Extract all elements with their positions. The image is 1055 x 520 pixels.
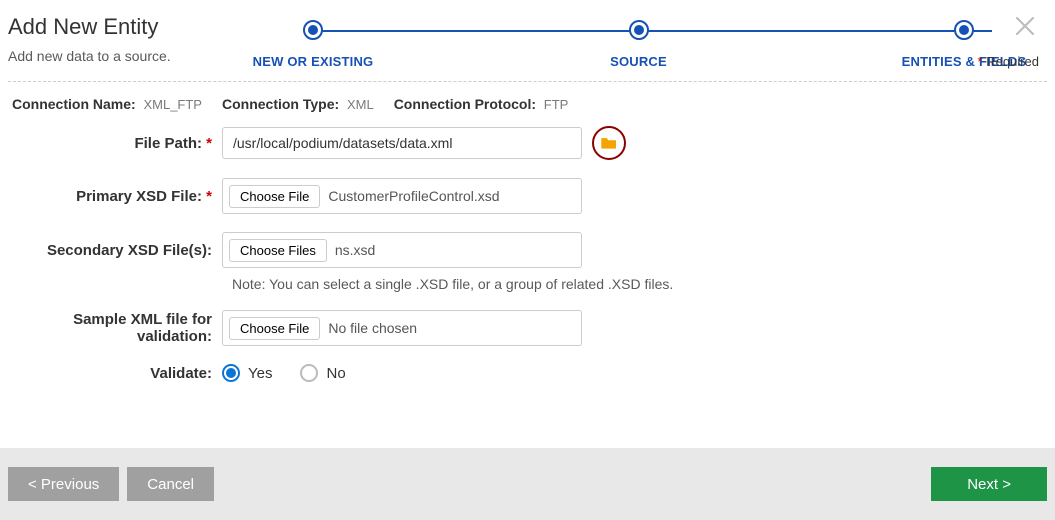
file-path-input[interactable] bbox=[222, 127, 582, 159]
sample-xml-choose-button[interactable]: Choose File bbox=[229, 317, 320, 340]
secondary-xsd-label: Secondary XSD File(s): bbox=[12, 242, 222, 259]
radio-off-icon bbox=[300, 364, 318, 382]
sample-xml-label: Sample XML file for validation: bbox=[12, 311, 222, 345]
sample-xml-filename: No file chosen bbox=[328, 320, 417, 336]
page-subtitle: Add new data to a source. bbox=[8, 48, 238, 64]
next-button[interactable]: Next > bbox=[931, 467, 1047, 501]
connection-protocol-value: FTP bbox=[544, 97, 569, 112]
connection-type-label: Connection Type: bbox=[222, 96, 339, 112]
required-indicator: * Required bbox=[978, 54, 1039, 69]
validate-label: Validate: bbox=[12, 365, 222, 382]
connection-name-label: Connection Name: bbox=[12, 96, 136, 112]
validate-yes-radio[interactable]: Yes bbox=[222, 364, 272, 382]
divider bbox=[8, 81, 1047, 82]
connection-summary: Connection Name: XML_FTP Connection Type… bbox=[0, 96, 1055, 126]
stepper: NEW OR EXISTING SOURCE ENTITIES & FIELDS bbox=[238, 14, 1039, 69]
secondary-xsd-choose-button[interactable]: Choose Files bbox=[229, 239, 327, 262]
secondary-xsd-field[interactable]: Choose Files ns.xsd bbox=[222, 232, 582, 268]
step-new-or-existing[interactable]: NEW OR EXISTING bbox=[238, 20, 388, 69]
radio-on-icon bbox=[222, 364, 240, 382]
sample-xml-field[interactable]: Choose File No file chosen bbox=[222, 310, 582, 346]
wizard-header: Add New Entity Add new data to a source.… bbox=[0, 0, 1055, 81]
primary-xsd-field[interactable]: Choose File CustomerProfileControl.xsd bbox=[222, 178, 582, 214]
step-source[interactable]: SOURCE bbox=[564, 20, 714, 69]
browse-folder-button[interactable] bbox=[592, 126, 626, 160]
primary-xsd-filename: CustomerProfileControl.xsd bbox=[328, 188, 499, 204]
page-title: Add New Entity bbox=[8, 14, 238, 40]
primary-xsd-label: Primary XSD File: * bbox=[12, 188, 222, 205]
close-icon[interactable] bbox=[1011, 12, 1039, 40]
folder-icon bbox=[600, 136, 618, 150]
entity-form: File Path: * Primary XSD File: * Choose … bbox=[0, 126, 1055, 382]
primary-xsd-choose-button[interactable]: Choose File bbox=[229, 185, 320, 208]
connection-protocol-label: Connection Protocol: bbox=[394, 96, 536, 112]
validate-no-radio[interactable]: No bbox=[300, 364, 345, 382]
connection-name-value: XML_FTP bbox=[143, 97, 202, 112]
file-path-label: File Path: * bbox=[12, 135, 222, 152]
secondary-xsd-note: Note: You can select a single .XSD file,… bbox=[232, 276, 1043, 292]
connection-type-value: XML bbox=[347, 97, 374, 112]
wizard-footer: < Previous Cancel Next > bbox=[0, 448, 1055, 520]
cancel-button[interactable]: Cancel bbox=[127, 467, 214, 501]
secondary-xsd-filename: ns.xsd bbox=[335, 242, 375, 258]
previous-button[interactable]: < Previous bbox=[8, 467, 119, 501]
